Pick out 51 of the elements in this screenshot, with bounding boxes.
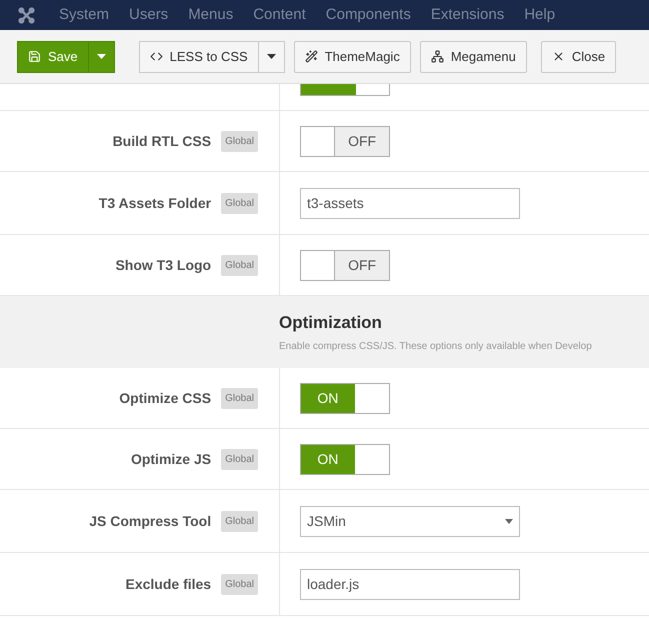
toolbar-button[interactable]: ThemeMagic — [294, 40, 411, 72]
field-label: Optimize JS — [130, 450, 212, 469]
caret-icon — [266, 54, 276, 59]
field-label: Show T3 Logo — [115, 256, 212, 275]
text-field[interactable]: loader.js — [300, 568, 520, 600]
menu-item[interactable]: Users — [129, 4, 168, 26]
global-badge: Global — [221, 254, 258, 276]
field-label: Exclude files — [126, 574, 212, 594]
toggle-switch[interactable]: OFF — [300, 250, 390, 280]
code-icon — [150, 50, 163, 63]
toggle-switch[interactable]: ON — [300, 382, 390, 414]
toggle-switch[interactable]: OFF — [300, 126, 390, 156]
caret-icon — [505, 518, 513, 524]
global-badge: Global — [221, 574, 258, 594]
field-label: Optimize CSS — [119, 388, 212, 408]
toolbar-button[interactable]: Close — [540, 40, 616, 72]
global-badge: Global — [221, 388, 258, 408]
toolbar-button[interactable]: LESS to CSS — [138, 40, 259, 72]
global-badge: Global — [221, 192, 258, 214]
wand-icon — [304, 50, 318, 63]
save-icon — [28, 50, 41, 63]
dropdown-toggle[interactable] — [258, 40, 285, 72]
menu-item[interactable]: Help — [524, 4, 556, 26]
sitemap-icon — [430, 50, 444, 63]
field-label: JS Compress Tool — [89, 512, 212, 531]
select-field[interactable]: JSMin — [300, 506, 520, 536]
toolbar-button[interactable]: Save — [17, 40, 89, 72]
close-icon — [552, 50, 565, 63]
global-badge: Global — [221, 510, 258, 532]
global-badge: Global — [221, 130, 258, 152]
dropdown-toggle[interactable] — [88, 40, 115, 72]
text-field[interactable]: t3-assets — [300, 188, 520, 218]
section-title: Optimization — [279, 312, 383, 334]
logo-icon[interactable] — [18, 6, 35, 24]
menu-item[interactable]: Components — [326, 4, 411, 26]
section-description: Enable compress CSS/JS. These options only available when Develop — [279, 340, 593, 354]
toolbar-button[interactable]: Megamenu — [420, 40, 527, 72]
menu-item[interactable]: Menus — [188, 4, 234, 26]
toggle-switch[interactable] — [300, 84, 390, 96]
caret-icon — [96, 54, 106, 59]
menu-item[interactable]: Content — [253, 4, 306, 26]
global-badge: Global — [221, 448, 258, 470]
field-label: Build RTL CSS — [112, 132, 212, 150]
toggle-label: ON — [301, 444, 355, 474]
field-label: T3 Assets Folder — [98, 194, 212, 212]
toggle-label: OFF — [335, 250, 389, 280]
toggle-label: ON — [301, 384, 355, 412]
menu-item[interactable]: System — [59, 4, 110, 26]
toggle-label: OFF — [335, 126, 389, 156]
toggle-switch[interactable]: ON — [300, 444, 390, 474]
menu-item[interactable]: Extensions — [430, 4, 504, 26]
